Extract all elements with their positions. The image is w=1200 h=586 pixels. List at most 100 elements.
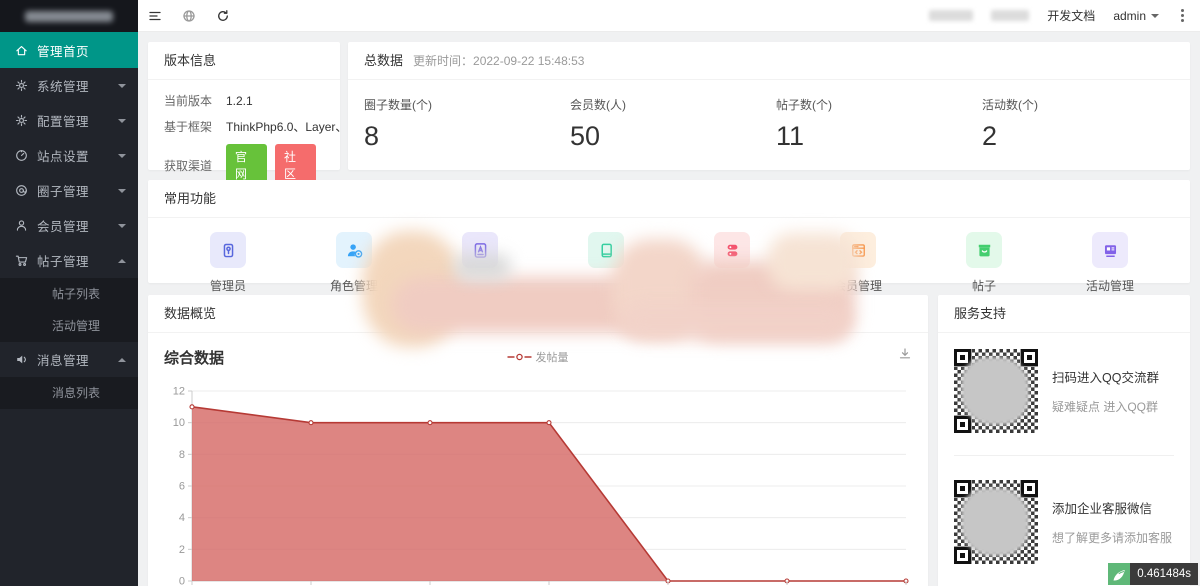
quick-item[interactable]: [440, 232, 520, 291]
thinkphp-logo-icon: [1108, 563, 1131, 585]
version-card-title: 版本信息: [148, 42, 340, 80]
user-icon: [14, 219, 28, 233]
svg-text:8: 8: [179, 449, 185, 461]
runtime-badge: 0.461484s: [1108, 563, 1198, 585]
chart-title: 综合数据: [164, 350, 225, 367]
quick-item-label: 会员管理: [833, 279, 882, 293]
sidebar-item-home[interactable]: 管理首页: [0, 32, 138, 68]
blurred-header-item: [929, 10, 974, 21]
sidebar-item-label: 帖子管理: [37, 255, 90, 269]
qr-text: 添加企业客服微信 想了解更多请添加客服: [1052, 498, 1172, 546]
sidebar-item-label: 配置管理: [37, 115, 90, 129]
topbar: 开发文档 admin: [138, 0, 1200, 32]
docs-link[interactable]: 开发文档: [1047, 7, 1095, 24]
chevron-up-icon: [118, 357, 126, 362]
sidebar-item-site[interactable]: 站点设置: [0, 138, 138, 173]
activity-icon: [1092, 232, 1128, 268]
quick-item-角色管理[interactable]: 角色管理: [314, 232, 394, 293]
quick-item-会员管理[interactable]: 会员管理: [818, 232, 898, 293]
globe-icon[interactable]: [172, 0, 206, 32]
blurred-qr-center: [961, 488, 1029, 556]
sidebar: 管理首页系统管理配置管理站点设置圈子管理会员管理帖子管理帖子列表 活动管理消息管理…: [0, 0, 138, 586]
at-icon: [14, 184, 28, 198]
version-row: 当前版本 1.2.1: [164, 92, 324, 109]
area-chart: 024681012周一周二周三周四周五周六周日: [148, 377, 928, 586]
user-menu[interactable]: admin: [1113, 9, 1159, 23]
chevron-down-icon: [118, 188, 126, 193]
quick-row: 管理员 角色管理 会员管理 帖子 活动管理: [148, 218, 1190, 293]
version-row-value: 1.2.1: [226, 93, 253, 108]
version-row-label: 当前版本: [164, 94, 213, 108]
sidebar-item-member[interactable]: 会员管理: [0, 208, 138, 243]
sidebar-item-message[interactable]: 消息管理: [0, 342, 138, 377]
quick-item-label: 帖子: [971, 279, 996, 293]
quick-card-title: 常用功能: [148, 180, 1190, 218]
quick-item[interactable]: [566, 232, 646, 291]
stat-item: 会员数(人) 50: [554, 96, 760, 152]
support-card-title: 服务支持: [938, 295, 1190, 333]
sidebar-item-system[interactable]: 系统管理: [0, 68, 138, 103]
version-card-body: 当前版本 1.2.1 基于框架 ThinkPhp6.0、Layer、MySQL 获取渠道…: [148, 80, 387, 186]
chevron-up-icon: [118, 258, 126, 263]
sidebar-subitem-message-list[interactable]: 消息列表: [0, 377, 138, 409]
support-card: 服务支持 扫码进入QQ交流群 疑难疑点 进入QQ群添加企业客服微信 想了解更多请添加…: [938, 295, 1190, 586]
role-user-icon: [336, 232, 372, 268]
blurred-header-item: [991, 10, 1030, 21]
sidebar-item-config[interactable]: 配置管理: [0, 103, 138, 138]
stat-value: 2: [982, 121, 998, 151]
stat-value: 11: [776, 121, 805, 151]
blurred-logo: [25, 10, 113, 22]
quick-item-活动管理[interactable]: 活动管理: [1070, 232, 1150, 293]
chevron-down-icon: [118, 223, 126, 228]
render-time: 0.461484s: [1130, 563, 1198, 585]
version-row-label: 基于框架: [164, 120, 213, 134]
version-card: 版本信息 当前版本 1.2.1 基于框架 ThinkPhp6.0、Layer、MySQ…: [148, 42, 387, 186]
more-menu-icon[interactable]: [1177, 5, 1188, 26]
qr-item: 扫码进入QQ交流群 疑难疑点 进入QQ群: [938, 333, 1190, 447]
updated-time: 2022-09-22 15:48:53: [473, 53, 585, 68]
sidebar-item-label: 会员管理: [37, 220, 90, 234]
quick-item-label: 角色管理: [329, 279, 378, 293]
stat-label: 圈子数量(个): [364, 98, 432, 112]
collapse-menu-icon[interactable]: [138, 0, 172, 32]
qr-title: 添加企业客服微信: [1052, 502, 1153, 516]
app-logo: [0, 0, 138, 32]
stat-item: 圈子数量(个) 8: [348, 96, 554, 152]
stat-item: 活动数(个) 2: [966, 96, 1172, 152]
post-box-icon: [966, 232, 1002, 268]
gauge-icon: [14, 149, 28, 163]
sidebar-item-post[interactable]: 帖子管理: [0, 243, 138, 278]
channel-label: 获取渠道: [164, 158, 213, 173]
svg-text:2: 2: [179, 544, 185, 556]
quick-item[interactable]: [692, 232, 772, 291]
legend-line-icon: [507, 353, 532, 361]
quick-item-帖子[interactable]: 帖子: [944, 232, 1024, 293]
quick-item-管理员[interactable]: 管理员: [188, 232, 268, 293]
svg-text:6: 6: [179, 481, 185, 493]
sidebar-subitem-post-list[interactable]: 帖子列表: [0, 278, 138, 310]
quick-item-label: 管理员: [209, 279, 246, 293]
sidebar-item-label: 站点设置: [37, 150, 90, 164]
chart-legend[interactable]: 发帖量: [507, 349, 569, 365]
chevron-down-icon: [118, 83, 126, 88]
svg-text:0: 0: [179, 576, 185, 586]
sidebar-item-label: 消息管理: [37, 354, 90, 368]
svg-text:12: 12: [173, 386, 185, 398]
qr-code: [954, 480, 1038, 564]
sidebar-item-label: 管理首页: [37, 44, 90, 59]
blurred-qr-center: [961, 357, 1029, 425]
stat-label: 帖子数(个): [776, 98, 832, 112]
qr-item: 添加企业客服微信 想了解更多请添加客服: [938, 464, 1190, 578]
quick-functions-card: 常用功能 管理员 角色管理 会员管理 帖子 活动管理: [148, 180, 1190, 293]
sidebar-subitem-activity-admin[interactable]: 活动管理: [0, 310, 138, 342]
updated-label: 更新时间：: [413, 53, 474, 68]
chevron-down-icon: [1151, 13, 1159, 18]
cart-icon: [14, 254, 28, 268]
refresh-icon[interactable]: [206, 0, 240, 32]
download-icon[interactable]: [898, 347, 912, 364]
totals-card-title: 总数据: [364, 52, 404, 68]
sidebar-item-label: 系统管理: [37, 80, 90, 94]
sidebar-item-circle[interactable]: 圈子管理: [0, 173, 138, 208]
quick-item-label: 活动管理: [1085, 279, 1134, 293]
book-icon: [588, 232, 624, 268]
